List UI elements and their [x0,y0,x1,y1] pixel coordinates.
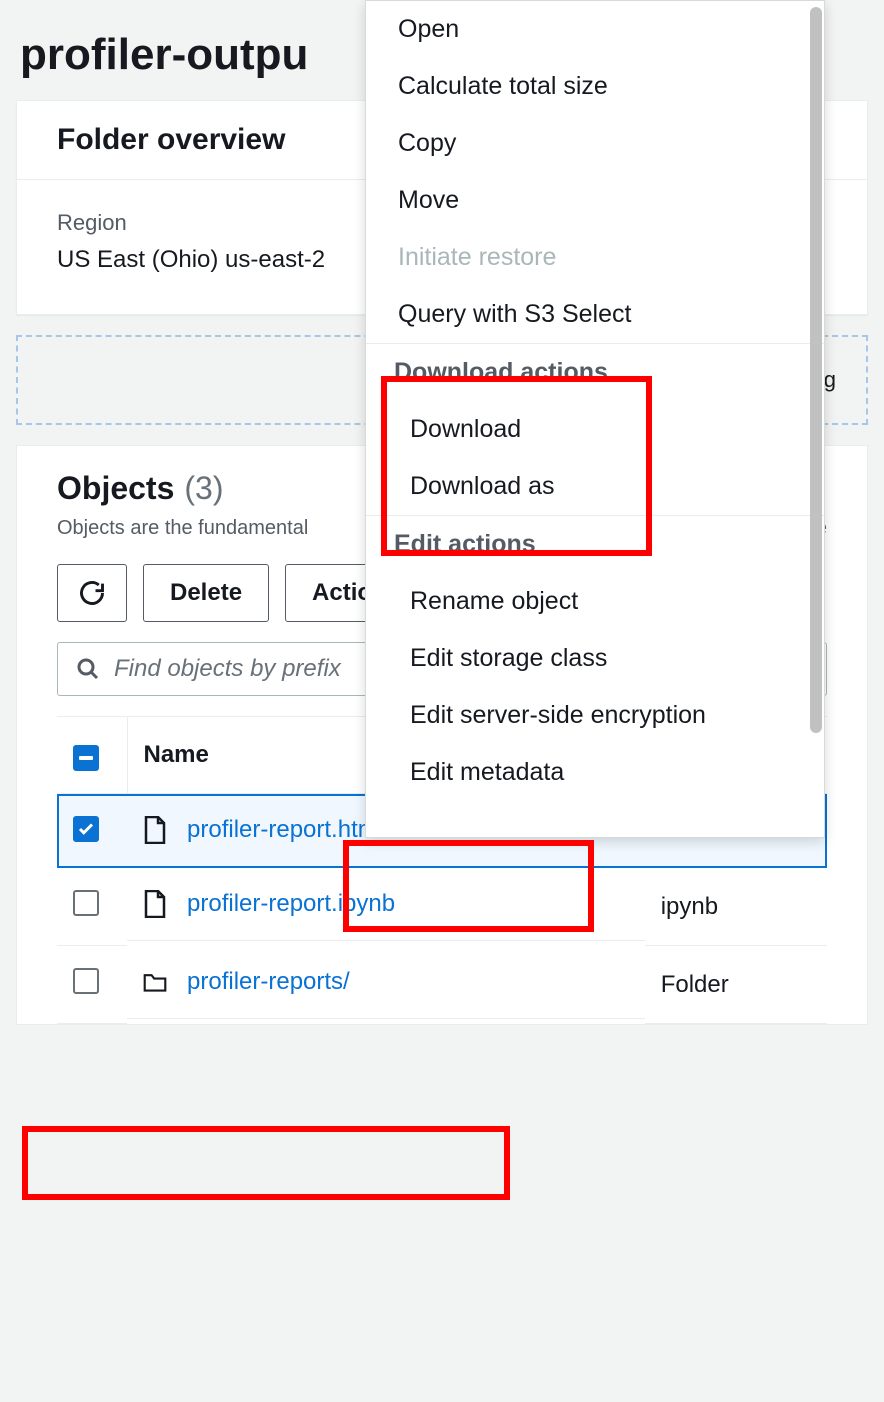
menu-item-move[interactable]: Move [366,172,824,229]
file-icon [143,890,167,918]
object-link[interactable]: profiler-reports/ [187,968,350,996]
objects-subtitle: Objects are the fundamental [57,517,308,540]
objects-title: Objects [57,470,174,507]
table-row[interactable]: profiler-report.ipynb ipynb [57,868,827,946]
menu-item-edit-encryption[interactable]: Edit server-side encryption [366,687,824,744]
menu-section-edit: Edit actions [366,515,824,573]
menu-item-rename[interactable]: Rename object [366,573,824,630]
menu-item-download-as[interactable]: Download as [366,458,824,515]
scrollbar[interactable] [810,7,822,733]
column-header-name[interactable]: Name [144,741,209,769]
object-type: ipynb [645,868,827,946]
actions-dropdown: Open Calculate total size Copy Move Init… [365,0,825,838]
objects-count: (3) [184,470,223,507]
row-checkbox[interactable] [73,968,99,994]
select-all-checkbox[interactable] [73,745,99,771]
menu-item-calculate-size[interactable]: Calculate total size [366,58,824,115]
menu-section-download: Download actions [366,343,824,401]
row-checkbox[interactable] [73,816,99,842]
menu-item-edit-metadata[interactable]: Edit metadata [366,744,824,801]
delete-button[interactable]: Delete [143,564,269,622]
file-icon [143,816,167,844]
menu-item-edit-storage-class[interactable]: Edit storage class [366,630,824,687]
search-icon [76,657,100,681]
refresh-icon [78,579,106,607]
folder-icon [143,968,167,996]
object-type: Folder [645,946,827,1024]
menu-item-copy[interactable]: Copy [366,115,824,172]
menu-item-open[interactable]: Open [366,1,824,58]
menu-item-initiate-restore: Initiate restore [366,229,824,286]
menu-item-query-s3-select[interactable]: Query with S3 Select [366,286,824,343]
object-link[interactable]: profiler-report.ipynb [187,890,395,918]
refresh-button[interactable] [57,564,127,622]
object-link[interactable]: profiler-report.html [187,816,383,844]
row-checkbox[interactable] [73,890,99,916]
menu-item-download[interactable]: Download [366,401,824,458]
check-icon [77,820,95,838]
table-row[interactable]: profiler-reports/ Folder [57,946,827,1024]
highlight-selected-row [22,1126,510,1200]
